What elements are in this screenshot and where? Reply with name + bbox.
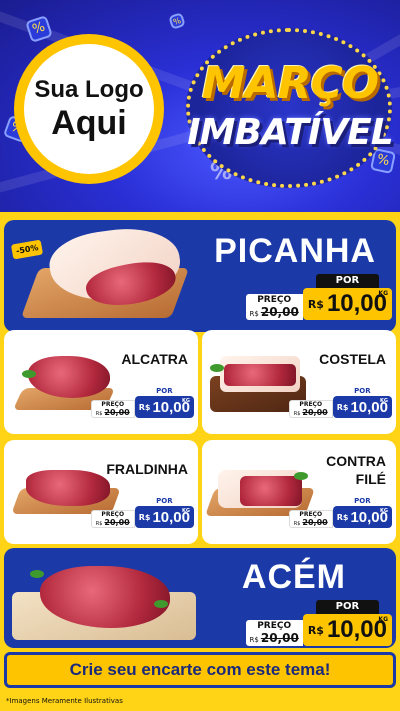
old-currency: R$ <box>293 410 301 417</box>
old-currency: R$ <box>249 309 259 318</box>
old-price: PREÇO R$ 20,00 <box>90 510 135 528</box>
currency: R$ <box>336 402 349 412</box>
product-name: FRALDINHA <box>106 461 188 477</box>
old-price-value: 20,00 <box>302 517 328 527</box>
product-card-acem[interactable]: ACÉM PREÇO R$ 20,00 POR R$ 10,00 KG <box>4 548 396 648</box>
old-price: PREÇO R$ 20,00 <box>288 400 333 418</box>
product-name: COSTELA <box>319 351 386 367</box>
old-price-value: 20,00 <box>260 630 299 645</box>
old-price-value: 20,00 <box>104 407 130 417</box>
herb-image <box>154 600 168 608</box>
herb-image <box>22 370 36 378</box>
title-line2: IMBATÍVEL <box>187 112 393 153</box>
logo-text-line1: Sua Logo <box>34 76 144 103</box>
new-price: R$ 10,00 KG <box>134 506 194 528</box>
unit-label: KG <box>378 616 388 623</box>
percent-icon: % <box>168 12 186 30</box>
herb-image <box>30 570 44 578</box>
currency: R$ <box>307 297 324 311</box>
currency: R$ <box>336 512 349 522</box>
por-label: POR <box>316 274 379 288</box>
old-price-label: PREÇO <box>257 620 292 631</box>
new-price: R$ 10,00 KG <box>332 396 392 418</box>
old-currency: R$ <box>95 520 103 527</box>
por-label: POR <box>316 600 379 614</box>
por-label: POR <box>156 387 173 395</box>
currency: R$ <box>307 623 324 637</box>
product-card-contra-file[interactable]: CONTRA FILÉ PREÇO R$ 20,00 POR R$ 10,00 K… <box>202 440 396 544</box>
old-currency: R$ <box>249 635 259 644</box>
product-name: CONTRA FILÉ <box>296 452 386 488</box>
old-price: PREÇO R$ 20,00 <box>288 510 333 528</box>
discount-badge: -50% <box>10 239 44 260</box>
old-price-value: 20,00 <box>260 304 299 319</box>
currency: R$ <box>138 512 151 522</box>
new-price: R$ 10,00 KG <box>302 614 392 646</box>
price-tag: PREÇO R$ 20,00 POR R$ 10,00 KG <box>245 600 392 646</box>
unit-label: KG <box>182 508 190 514</box>
por-label: POR <box>156 497 173 505</box>
new-price: R$ 10,00 KG <box>134 396 194 418</box>
title-line1: MARÇO <box>201 58 379 109</box>
product-card-picanha[interactable]: -50% PICANHA PREÇO R$ 20,00 POR R$ 10,00 … <box>4 220 396 332</box>
price-tag: PREÇO R$ 20,00 POR R$ 10,00 KG <box>90 386 194 418</box>
old-price: PREÇO R$ 20,00 <box>245 294 303 320</box>
costela-meat-image <box>224 364 296 386</box>
price-tag: PREÇO R$ 20,00 POR R$ 10,00 KG <box>245 274 392 320</box>
old-price-value: 20,00 <box>104 517 130 527</box>
old-currency: R$ <box>293 520 301 527</box>
new-price: R$ 10,00 KG <box>302 288 392 320</box>
cta-banner[interactable]: Crie seu encarte com este tema! <box>4 652 396 688</box>
product-name: ALCATRA <box>121 351 188 367</box>
header-banner: % % % % % Sua Logo Aqui MARÇO IMBATÍVEL <box>0 0 400 212</box>
product-name-line2: FILÉ <box>355 471 386 487</box>
old-price: PREÇO R$ 20,00 <box>245 620 303 646</box>
unit-label: KG <box>378 290 388 297</box>
price-tag: PREÇO R$ 20,00 POR R$ 10,00 KG <box>90 496 194 528</box>
product-card-fraldinha[interactable]: FRALDINHA PREÇO R$ 20,00 POR R$ 10,00 KG <box>4 440 198 544</box>
old-currency: R$ <box>95 410 103 417</box>
product-name-line1: CONTRA <box>326 453 386 469</box>
price-tag: PREÇO R$ 20,00 POR R$ 10,00 KG <box>288 496 392 528</box>
old-price-label: PREÇO <box>257 294 292 305</box>
old-price: PREÇO R$ 20,00 <box>90 400 135 418</box>
old-price-value: 20,00 <box>302 407 328 417</box>
herb-image <box>210 364 224 372</box>
product-name: PICANHA <box>214 232 376 270</box>
logo-text-line2: Aqui <box>51 104 127 142</box>
currency: R$ <box>138 402 151 412</box>
product-card-costela[interactable]: COSTELA PREÇO R$ 20,00 POR R$ 10,00 KG <box>202 330 396 434</box>
price-tag: PREÇO R$ 20,00 POR R$ 10,00 KG <box>288 386 392 418</box>
store-logo: Sua Logo Aqui <box>14 34 164 184</box>
unit-label: KG <box>380 398 388 404</box>
product-card-alcatra[interactable]: ALCATRA PREÇO R$ 20,00 POR R$ 10,00 KG <box>4 330 198 434</box>
por-label: POR <box>354 497 371 505</box>
footnote: *Imagens Meramente Ilustrativas <box>6 697 123 705</box>
new-price: R$ 10,00 KG <box>332 506 392 528</box>
product-name: ACÉM <box>241 558 346 596</box>
unit-label: KG <box>380 508 388 514</box>
unit-label: KG <box>182 398 190 404</box>
por-label: POR <box>354 387 371 395</box>
